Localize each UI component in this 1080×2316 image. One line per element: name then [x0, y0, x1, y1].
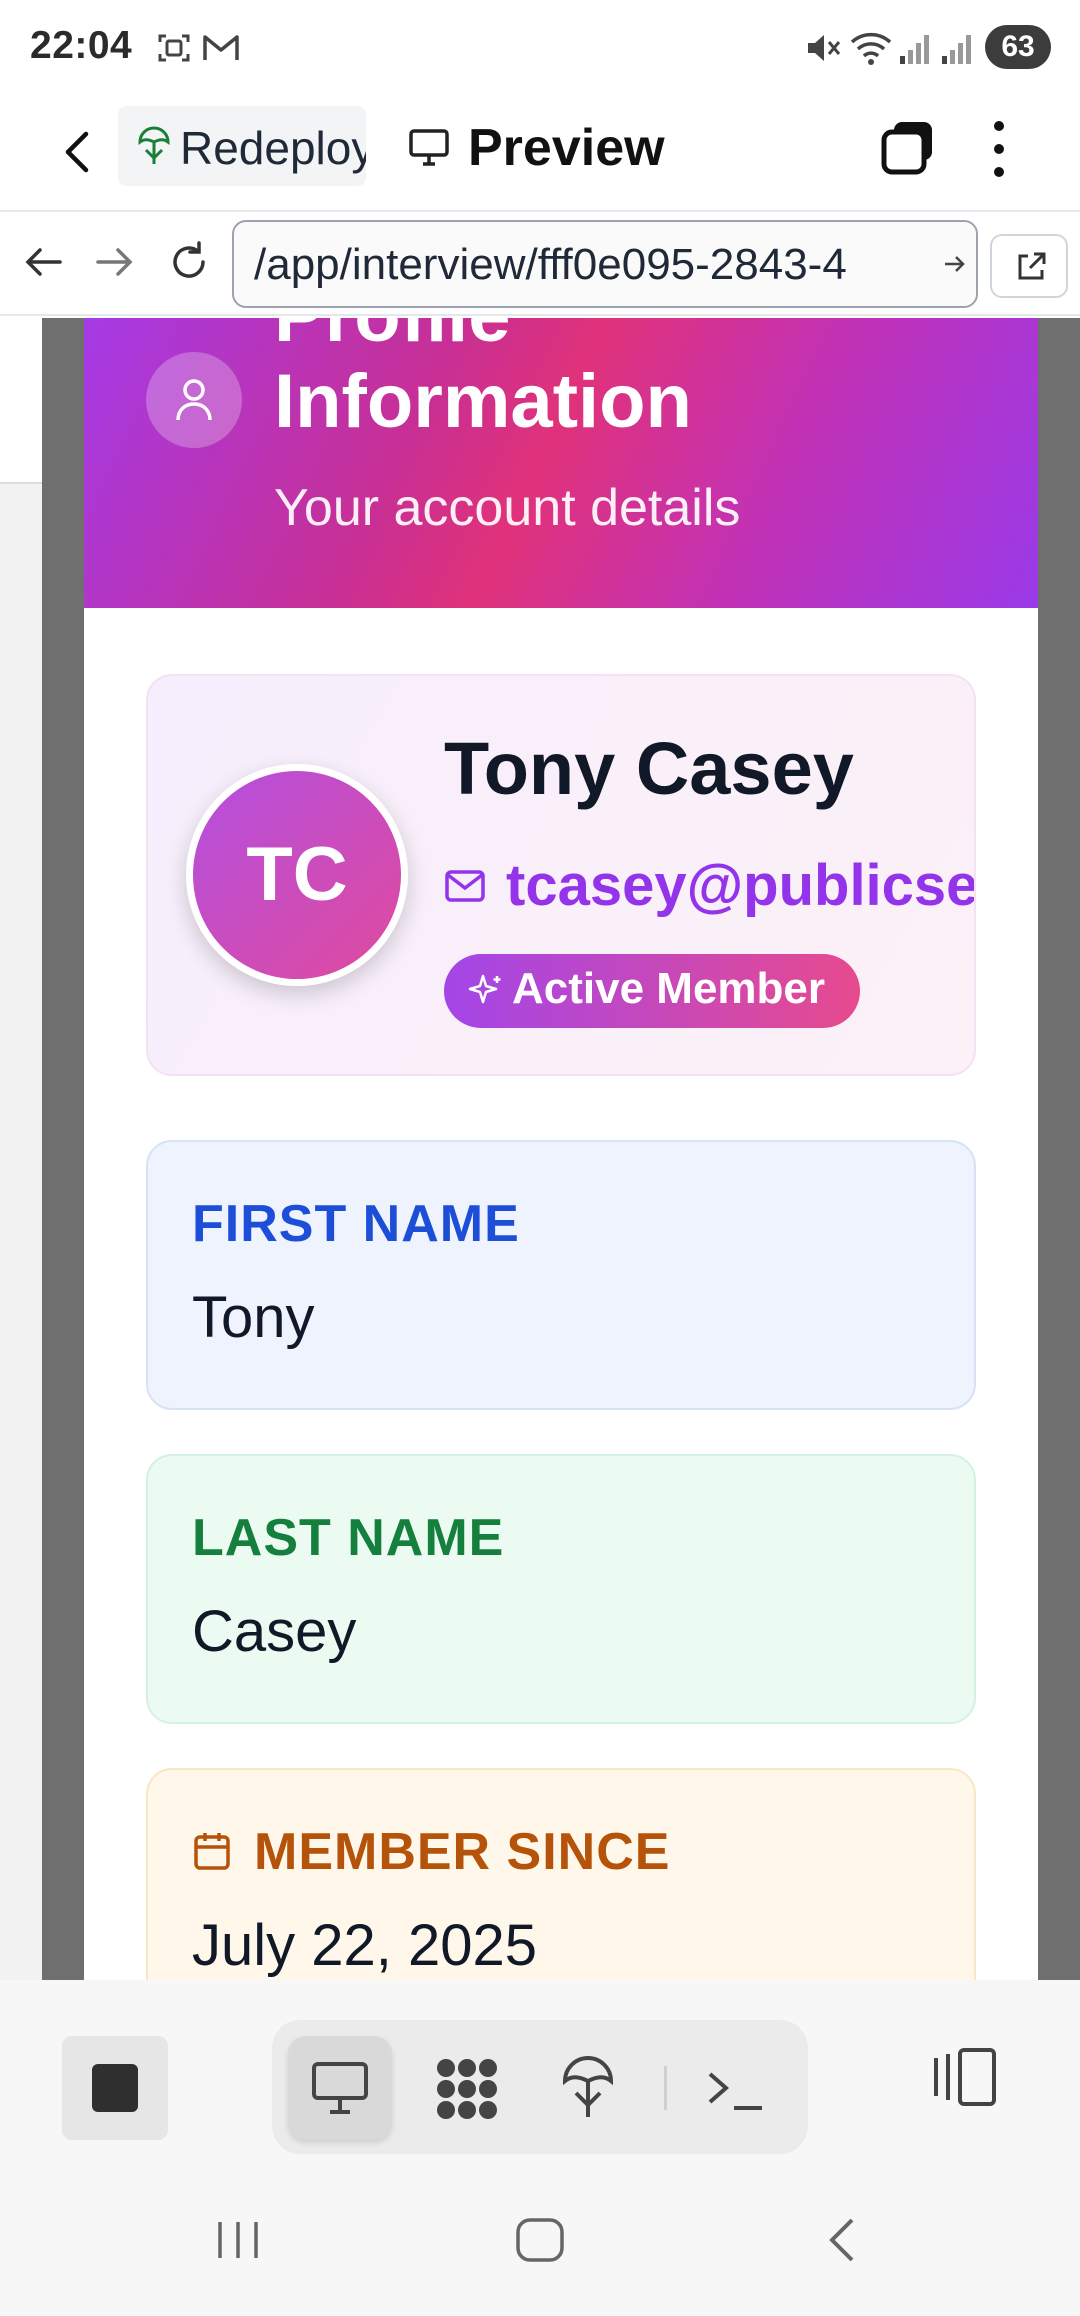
header-user-badge: [146, 352, 242, 448]
background-page: [0, 318, 42, 1980]
mail-icon: [445, 870, 485, 902]
modal-backdrop-right[interactable]: [1038, 318, 1080, 1980]
tool-divider: [664, 2066, 667, 2110]
grid-icon: [437, 2059, 497, 2119]
last-name-label: LAST NAME: [192, 1509, 505, 1567]
profile-email-text: tcasey@publicservice: [506, 853, 976, 918]
app-bar: Redeploy Preview: [0, 96, 1080, 212]
first-name-value: Tony: [192, 1285, 315, 1350]
device-toggle-icon[interactable]: [930, 2042, 1000, 2112]
member-since-card: MEMBER SINCE July 22, 2025: [146, 1768, 976, 1980]
gmail-icon: [203, 35, 239, 60]
last-name-value: Casey: [192, 1599, 357, 1664]
monitor-icon: [409, 129, 449, 166]
url-bar: /app/interview/fff0e095-2843-4: [0, 212, 1080, 316]
member-since-label: MEMBER SINCE: [254, 1823, 671, 1881]
url-text: /app/interview/fff0e095-2843-4: [254, 240, 847, 289]
stop-button[interactable]: [62, 2036, 168, 2140]
profile-name: Tony Casey: [444, 727, 854, 810]
signal-icon: [900, 35, 929, 64]
first-name-card: FIRST NAME Tony: [146, 1140, 976, 1410]
stop-icon: [92, 2064, 138, 2112]
status-badge-label: Active Member: [512, 964, 826, 1013]
deploy-icon: [138, 126, 170, 164]
status-bar: 22:04 63: [0, 0, 1080, 96]
profile-summary-card: TC Tony Casey tcasey@publicservice Activ…: [146, 674, 976, 1076]
preview-tab-label: Preview: [468, 119, 665, 177]
header-title: Information: [274, 359, 692, 444]
preview-content: Profile Information Your account details…: [0, 318, 1080, 1980]
signal-icon-2: [942, 35, 971, 64]
status-badge: Active Member: [444, 954, 860, 1028]
calendar-icon: [194, 1833, 230, 1870]
system-navigation-bar: [0, 2170, 1080, 2316]
screenshot-icon: [158, 34, 190, 62]
url-input[interactable]: /app/interview/fff0e095-2843-4: [232, 220, 978, 308]
recent-apps-icon[interactable]: [210, 2218, 266, 2262]
status-time: 22:04: [30, 24, 133, 67]
member-since-value: July 22, 2025: [192, 1913, 538, 1978]
copy-button[interactable]: [878, 116, 938, 180]
back-button[interactable]: [52, 122, 108, 182]
tool-terminal[interactable]: [684, 2036, 788, 2140]
wifi-icon: [850, 32, 892, 65]
system-back-icon[interactable]: [818, 2214, 868, 2266]
project-tab[interactable]: Redeploy: [118, 106, 366, 186]
header-subtitle: Your account details: [274, 479, 741, 537]
arrow-right-icon: [945, 256, 965, 272]
nav-forward-icon[interactable]: [92, 234, 138, 290]
tool-grid[interactable]: [414, 2036, 518, 2140]
last-name-card: LAST NAME Casey: [146, 1454, 976, 1724]
avatar-initials: TC: [246, 832, 348, 917]
open-external-button[interactable]: [990, 234, 1068, 298]
mute-icon: [808, 35, 841, 61]
profile-modal: Profile Information Your account details…: [84, 318, 1038, 1980]
sparkle-icon: [468, 974, 501, 1004]
modal-backdrop-left[interactable]: [42, 318, 84, 1980]
desktop-icon: [312, 2062, 368, 2114]
nav-back-icon[interactable]: [20, 234, 66, 290]
tool-deploy[interactable]: [536, 2036, 640, 2140]
battery-indicator: 63: [985, 25, 1051, 69]
tool-group: [272, 2020, 808, 2154]
modal-header: Profile Information Your account details: [84, 318, 1038, 608]
background-card: [0, 318, 42, 484]
project-tab-label: Redeploy: [180, 122, 366, 174]
terminal-icon: [708, 2072, 762, 2110]
user-icon: [176, 379, 212, 421]
refresh-icon[interactable]: [166, 234, 212, 290]
deploy-icon: [562, 2056, 614, 2117]
url-go-area: [936, 222, 976, 306]
bottom-toolbar: [0, 1980, 1080, 2178]
more-menu-button[interactable]: [984, 116, 1014, 182]
avatar: TC: [186, 764, 408, 986]
header-title-partial: Profile: [274, 318, 511, 359]
first-name-label: FIRST NAME: [192, 1195, 520, 1253]
home-icon[interactable]: [512, 2214, 568, 2266]
external-link-icon: [1018, 252, 1046, 280]
tool-desktop[interactable]: [288, 2036, 392, 2140]
